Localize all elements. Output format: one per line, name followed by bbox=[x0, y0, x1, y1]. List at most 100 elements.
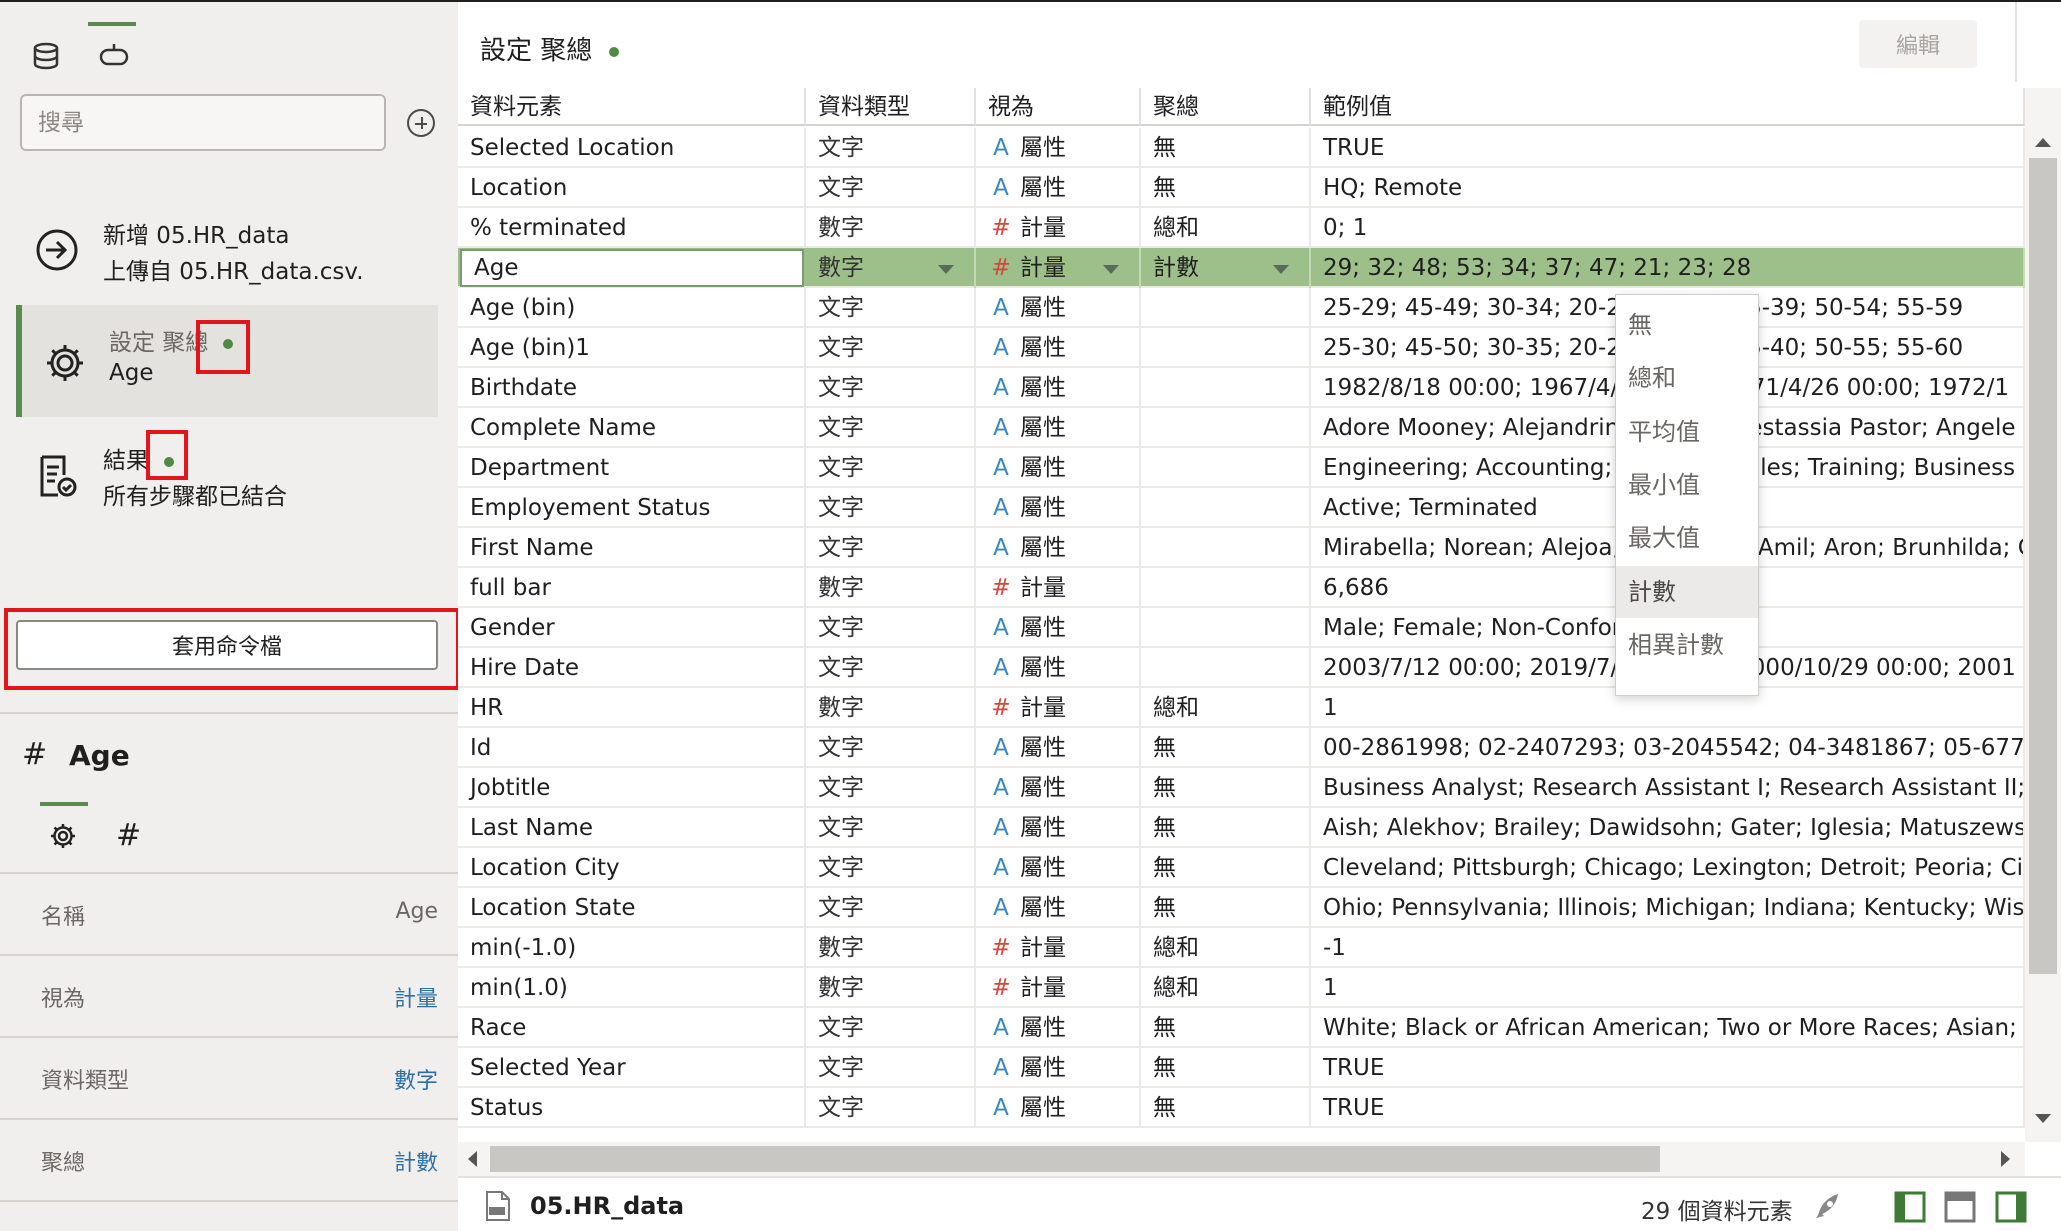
bottom-panel-toggle-icon[interactable] bbox=[1943, 1190, 1977, 1224]
data-type-cell[interactable]: 文字 bbox=[806, 1048, 976, 1088]
data-type-cell[interactable]: 文字 bbox=[806, 808, 976, 848]
table-row[interactable]: Jobtitle 文字 A 屬性 無 Business Analyst; Research… bbox=[458, 768, 2025, 808]
element-name-cell[interactable]: Location State bbox=[458, 888, 806, 928]
aggregation-cell[interactable]: 無 bbox=[1141, 1048, 1311, 1088]
column-header[interactable]: 範例值 bbox=[1311, 88, 2025, 126]
treat-as-cell[interactable]: A 屬性 bbox=[976, 768, 1141, 808]
aggregation-option[interactable]: 平均值 bbox=[1616, 406, 1758, 458]
column-header[interactable]: 聚總 bbox=[1141, 88, 1311, 126]
element-name-cell[interactable]: Department bbox=[458, 448, 806, 488]
aggregation-cell[interactable] bbox=[1141, 328, 1311, 368]
data-type-cell[interactable]: 文字 bbox=[806, 408, 976, 448]
element-name-cell[interactable]: full bar bbox=[458, 568, 806, 608]
apply-script-button[interactable]: 套用命令檔 bbox=[16, 620, 438, 670]
table-row[interactable]: Hire Date 文字 A 屬性 2003/7/12 00:00; 2019/7/26… bbox=[458, 648, 2025, 688]
table-row[interactable]: Status 文字 A 屬性 無 TRUE bbox=[458, 1088, 2025, 1128]
data-type-cell[interactable]: 文字 bbox=[806, 648, 976, 688]
treat-as-cell[interactable]: # 計量 bbox=[976, 968, 1141, 1008]
treat-as-cell[interactable]: A 屬性 bbox=[976, 608, 1141, 648]
table-row[interactable]: Selected Year 文字 A 屬性 無 TRUE bbox=[458, 1048, 2025, 1088]
column-header[interactable]: 資料元素 bbox=[458, 88, 806, 126]
property-row[interactable]: 視為 計量 bbox=[0, 956, 458, 1038]
vertical-scrollbar[interactable] bbox=[2025, 88, 2061, 1142]
table-row[interactable]: Selected Location 文字 A 屬性 無 TRUE bbox=[458, 128, 2025, 168]
aggregation-cell[interactable]: 無 bbox=[1141, 768, 1311, 808]
treat-as-cell[interactable]: # 計量 bbox=[976, 208, 1141, 248]
aggregation-cell[interactable] bbox=[1141, 448, 1311, 488]
element-name-cell[interactable]: min(-1.0) bbox=[458, 928, 806, 968]
table-row[interactable]: Employement Status 文字 A 屬性 Active; Terminate… bbox=[458, 488, 2025, 528]
data-type-cell[interactable]: 數字 bbox=[806, 928, 976, 968]
data-type-cell[interactable]: 數字 bbox=[806, 208, 976, 248]
table-row[interactable]: HR 數字 # 計量 總和 1 bbox=[458, 688, 2025, 728]
treat-as-cell[interactable]: A 屬性 bbox=[976, 808, 1141, 848]
data-type-cell[interactable]: 文字 bbox=[806, 848, 976, 888]
element-name-cell[interactable]: Last Name bbox=[458, 808, 806, 848]
edit-button[interactable]: 編輯 bbox=[1859, 20, 1977, 68]
data-type-cell[interactable]: 文字 bbox=[806, 728, 976, 768]
property-row[interactable]: 聚總 計數 bbox=[0, 1120, 458, 1202]
column-header[interactable]: 視為 bbox=[976, 88, 1141, 126]
data-type-cell[interactable]: 文字 bbox=[806, 368, 976, 408]
aggregation-option[interactable]: 計數 bbox=[1616, 565, 1758, 618]
table-row[interactable]: Birthdate 文字 A 屬性 1982/8/18 00:00; 1967/4/3 … bbox=[458, 368, 2025, 408]
aggregation-option[interactable]: 最小值 bbox=[1616, 459, 1758, 511]
property-value[interactable]: 計量 bbox=[394, 981, 438, 1013]
table-row[interactable]: full bar 數字 # 計量 6,686 bbox=[458, 568, 2025, 608]
property-value[interactable]: 數字 bbox=[394, 1063, 438, 1095]
right-panel-toggle-icon[interactable] bbox=[1994, 1190, 2028, 1224]
property-value[interactable]: 計數 bbox=[394, 1145, 438, 1177]
table-row-selected[interactable]: Age 數字 # 計量 計數 29; 32; 48; 53; 34; 37; 47; 21… bbox=[458, 248, 2025, 288]
scroll-thumb[interactable] bbox=[2029, 158, 2057, 974]
data-type-cell[interactable]: 文字 bbox=[806, 448, 976, 488]
element-name-cell[interactable]: Location bbox=[458, 168, 806, 208]
horizontal-scrollbar[interactable] bbox=[458, 1142, 2025, 1176]
data-type-cell[interactable]: 文字 bbox=[806, 1008, 976, 1048]
element-name-cell[interactable]: Age bbox=[460, 249, 804, 287]
table-row[interactable]: Id 文字 A 屬性 無 00-2861998; 02-2407293; 03-20455… bbox=[458, 728, 2025, 768]
scroll-left-icon[interactable] bbox=[468, 1151, 477, 1167]
treat-as-cell[interactable]: A 屬性 bbox=[976, 368, 1141, 408]
data-type-cell[interactable]: 文字 bbox=[806, 288, 976, 328]
property-row[interactable]: 資料類型 數字 bbox=[0, 1038, 458, 1120]
element-name-cell[interactable]: Birthdate bbox=[458, 368, 806, 408]
aggregation-cell[interactable]: 無 bbox=[1141, 168, 1311, 208]
treat-as-cell[interactable]: # 計量 bbox=[976, 248, 1141, 288]
aggregation-cell[interactable]: 總和 bbox=[1141, 968, 1311, 1008]
treat-as-cell[interactable]: A 屬性 bbox=[976, 408, 1141, 448]
table-row[interactable]: Age (bin)1 文字 A 屬性 25-30; 45-50; 30-35; 20-2… bbox=[458, 328, 2025, 368]
aggregation-option[interactable]: 相異計數 bbox=[1616, 619, 1758, 671]
treat-as-cell[interactable]: A 屬性 bbox=[976, 488, 1141, 528]
table-row[interactable]: Location City 文字 A 屬性 無 Cleveland; Pittsburgh… bbox=[458, 848, 2025, 888]
table-row[interactable]: Department 文字 A 屬性 Engineering; Accounting; … bbox=[458, 448, 2025, 488]
table-row[interactable]: min(-1.0) 數字 # 計量 總和 -1 bbox=[458, 928, 2025, 968]
aggregation-cell[interactable] bbox=[1141, 528, 1311, 568]
element-name-cell[interactable]: Id bbox=[458, 728, 806, 768]
data-type-cell[interactable]: 數字 bbox=[806, 968, 976, 1008]
chevron-down-icon[interactable] bbox=[1273, 265, 1289, 274]
element-name-cell[interactable]: Complete Name bbox=[458, 408, 806, 448]
aggregation-cell[interactable]: 計數 bbox=[1141, 248, 1311, 288]
aggregation-cell[interactable] bbox=[1141, 568, 1311, 608]
element-name-cell[interactable]: Jobtitle bbox=[458, 768, 806, 808]
treat-as-cell[interactable]: A 屬性 bbox=[976, 728, 1141, 768]
data-type-cell[interactable]: 文字 bbox=[806, 128, 976, 168]
treat-as-cell[interactable]: # 計量 bbox=[976, 928, 1141, 968]
treat-as-cell[interactable]: A 屬性 bbox=[976, 1008, 1141, 1048]
element-name-cell[interactable]: Status bbox=[458, 1088, 806, 1128]
table-row[interactable]: Gender 文字 A 屬性 Male; Female; Non-Conforming bbox=[458, 608, 2025, 648]
element-name-cell[interactable]: Selected Year bbox=[458, 1048, 806, 1088]
aggregation-cell[interactable] bbox=[1141, 488, 1311, 528]
aggregation-cell[interactable]: 總和 bbox=[1141, 688, 1311, 728]
aggregation-cell[interactable]: 無 bbox=[1141, 888, 1311, 928]
aggregation-cell[interactable] bbox=[1141, 648, 1311, 688]
data-type-cell[interactable]: 文字 bbox=[806, 488, 976, 528]
aggregation-cell[interactable]: 無 bbox=[1141, 848, 1311, 888]
left-panel-toggle-icon[interactable] bbox=[1893, 1190, 1927, 1224]
aggregation-option[interactable]: 無 bbox=[1616, 299, 1758, 351]
treat-as-cell[interactable]: # 計量 bbox=[976, 568, 1141, 608]
aggregation-cell[interactable]: 無 bbox=[1141, 1088, 1311, 1128]
element-name-cell[interactable]: % terminated bbox=[458, 208, 806, 248]
data-type-cell[interactable]: 文字 bbox=[806, 768, 976, 808]
treat-as-cell[interactable]: A 屬性 bbox=[976, 848, 1141, 888]
